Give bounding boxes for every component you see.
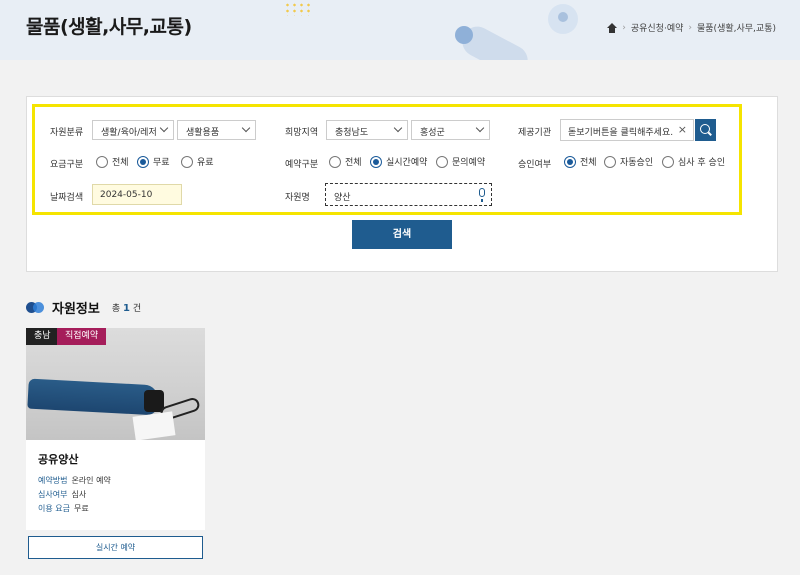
meta-booking-method: 예약방법 온라인 예약 — [38, 475, 111, 486]
fee-radio-all[interactable]: 전체 — [96, 155, 129, 168]
approval-radio-review[interactable]: 심사 후 승인 — [662, 155, 725, 168]
province-select-value: 충청남도 — [335, 128, 369, 138]
approval-label: 승인여부 — [518, 160, 552, 170]
provider-search-button[interactable] — [695, 119, 716, 141]
radio-icon — [604, 155, 616, 168]
meta-fee: 이용 요금 무료 — [38, 503, 89, 514]
booking-radio-inquiry[interactable]: 문의예약 — [436, 155, 485, 168]
fee-radio-free-label: 무료 — [153, 158, 170, 168]
fee-radio-free[interactable]: 무료 — [137, 155, 170, 168]
home-icon[interactable] — [607, 22, 618, 33]
date-input[interactable]: 2024-05-10 — [92, 184, 182, 205]
meta-value: 심사 — [71, 490, 87, 499]
results-count-number: 1 — [123, 303, 130, 314]
booking-type-badge: 직접예약 — [57, 328, 107, 345]
approval-radio-auto-label: 자동승인 — [620, 158, 654, 168]
decoration-dots — [284, 2, 314, 16]
radio-icon — [436, 155, 448, 168]
provider-label: 제공기관 — [518, 128, 552, 138]
region-label: 희망지역 — [285, 128, 319, 138]
meta-value: 무료 — [73, 504, 89, 513]
location-pin-icon — [548, 4, 578, 34]
resource-name-label: 자원명 — [285, 193, 310, 203]
fee-label: 요금구분 — [50, 160, 84, 170]
page-title: 물품(생활,사무,교통) — [26, 16, 192, 38]
radio-icon — [181, 155, 193, 168]
category-select-value: 생활/육아/레저 — [101, 128, 157, 138]
chevron-right-icon: › — [622, 22, 626, 33]
meta-value: 온라인 예약 — [71, 476, 111, 485]
booking-radio-all[interactable]: 전체 — [329, 155, 362, 168]
fee-radio-paid[interactable]: 유료 — [181, 155, 214, 168]
category-label: 자원분류 — [50, 128, 84, 138]
radio-icon — [329, 155, 341, 168]
booking-radio-realtime[interactable]: 실시간예약 — [370, 155, 427, 168]
page-header: 물품(생활,사무,교통) › 공유신청·예약 › 물품(생활,사무,교통) — [0, 0, 800, 60]
meta-key: 심사여부 — [38, 490, 68, 499]
region-badge: 충남 — [26, 328, 59, 345]
radio-selected-icon — [370, 155, 382, 168]
chevron-down-icon — [241, 123, 251, 133]
approval-radio-all-label: 전체 — [580, 158, 597, 168]
meta-key: 이용 요금 — [38, 504, 70, 513]
county-select[interactable]: 홍성군 — [411, 120, 490, 140]
radio-icon — [662, 155, 674, 168]
chevron-right-icon: › — [688, 22, 692, 33]
booking-radio-inquiry-label: 문의예약 — [452, 158, 486, 168]
fee-radio-paid-label: 유료 — [197, 158, 214, 168]
clear-icon[interactable]: × — [678, 123, 687, 136]
radio-selected-icon — [137, 155, 149, 168]
booking-label: 예약구분 — [285, 160, 319, 170]
results-count-prefix: 총 — [111, 304, 121, 314]
category-select[interactable]: 생활/육아/레저 — [92, 120, 174, 140]
meta-review: 심사여부 심사 — [38, 489, 86, 500]
chevron-down-icon — [475, 123, 485, 133]
microphone-icon[interactable] — [479, 188, 485, 202]
breadcrumb-item-booking[interactable]: 공유신청·예약 — [631, 21, 684, 34]
approval-radio-review-label: 심사 후 승인 — [678, 158, 726, 168]
province-select[interactable]: 충청남도 — [326, 120, 408, 140]
results-title: 자원정보 — [52, 302, 100, 317]
approval-radio-all[interactable]: 전체 — [564, 155, 597, 168]
approval-radio-auto[interactable]: 자동승인 — [604, 155, 653, 168]
provider-input[interactable]: 돋보기버튼을 클릭해주세요. × — [560, 119, 694, 141]
chevron-down-icon — [159, 123, 169, 133]
provider-input-placeholder: 돋보기버튼을 클릭해주세요. — [568, 128, 674, 138]
breadcrumb: › 공유신청·예약 › 물품(생활,사무,교통) — [607, 21, 776, 34]
umbrella-shape — [27, 378, 159, 416]
radio-icon — [96, 155, 108, 168]
booking-radio-all-label: 전체 — [345, 158, 362, 168]
resource-name[interactable]: 공유양산 — [38, 451, 78, 467]
umbrella-tag-shape — [132, 411, 176, 440]
date-label: 날짜검색 — [50, 193, 84, 203]
search-button[interactable]: 검색 — [352, 220, 452, 249]
breadcrumb-item-current[interactable]: 물품(생활,사무,교통) — [697, 21, 776, 34]
decoration-circle — [455, 26, 473, 44]
resource-name-input[interactable]: 양산 — [325, 183, 492, 206]
chevron-down-icon — [393, 123, 403, 133]
section-bullet-icon — [26, 302, 44, 313]
realtime-booking-button[interactable]: 실시간 예약 — [28, 536, 203, 559]
county-select-value: 홍성군 — [420, 128, 445, 138]
radio-selected-icon — [564, 155, 576, 168]
results-count: 총 1 건 — [112, 301, 141, 314]
results-header: 자원정보 총 1 건 — [26, 298, 141, 317]
fee-radio-all-label: 전체 — [112, 158, 129, 168]
resource-name-value: 양산 — [334, 193, 351, 203]
results-count-suffix: 건 — [132, 304, 142, 314]
meta-key: 예약방법 — [38, 476, 68, 485]
booking-radio-realtime-label: 실시간예약 — [386, 158, 428, 168]
subcategory-select-value: 생활용품 — [186, 128, 220, 138]
subcategory-select[interactable]: 생활용품 — [177, 120, 256, 140]
resource-card[interactable]: 충남 직접예약 공유양산 예약방법 온라인 예약 심사여부 심사 이용 요금 무료 — [26, 328, 205, 530]
